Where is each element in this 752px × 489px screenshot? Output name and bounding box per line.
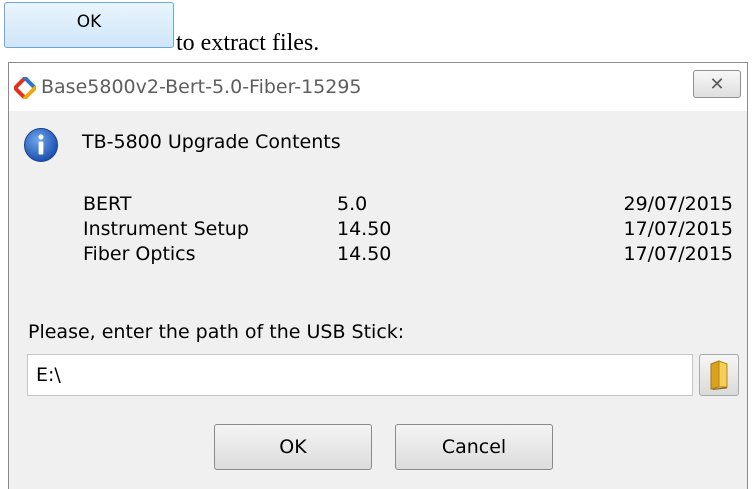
title-bar: Base5800v2-Bert-5.0-Fiber-15295 ✕	[9, 63, 747, 111]
ok-button[interactable]: OK	[214, 424, 372, 470]
usb-path-label: Please, enter the path of the USB Stick:	[28, 321, 405, 343]
component-version: 14.50	[337, 218, 392, 240]
component-name: Instrument Setup	[83, 218, 249, 240]
contents-heading: TB-5800 Upgrade Contents	[82, 131, 341, 153]
diamond-logo-icon	[14, 77, 36, 99]
document-instruction-text: to extract files.	[176, 30, 320, 56]
window-title: Base5800v2-Bert-5.0-Fiber-15295	[41, 76, 362, 98]
browse-folder-button[interactable]	[699, 354, 739, 396]
close-button[interactable]: ✕	[693, 70, 741, 98]
table-row: BERT 5.0 29/07/2015	[83, 193, 733, 218]
component-version: 5.0	[337, 193, 368, 215]
component-name: BERT	[83, 193, 132, 215]
usb-path-input[interactable]	[27, 354, 693, 396]
table-row: Instrument Setup 14.50 17/07/2015	[83, 218, 733, 243]
component-version: 14.50	[337, 243, 392, 265]
cancel-button[interactable]: Cancel	[395, 424, 553, 470]
info-icon	[24, 128, 58, 162]
folder-icon	[710, 360, 728, 390]
component-name: Fiber Optics	[83, 243, 196, 265]
contents-table: BERT 5.0 29/07/2015 Instrument Setup 14.…	[83, 193, 733, 268]
upgrade-dialog-window: Base5800v2-Bert-5.0-Fiber-15295 ✕ TB-580…	[8, 62, 748, 489]
document-ok-button: OK	[4, 2, 174, 48]
component-date: 17/07/2015	[623, 243, 733, 265]
component-date: 17/07/2015	[623, 218, 733, 240]
close-icon: ✕	[709, 73, 725, 95]
table-row: Fiber Optics 14.50 17/07/2015	[83, 243, 733, 268]
component-date: 29/07/2015	[623, 193, 733, 215]
